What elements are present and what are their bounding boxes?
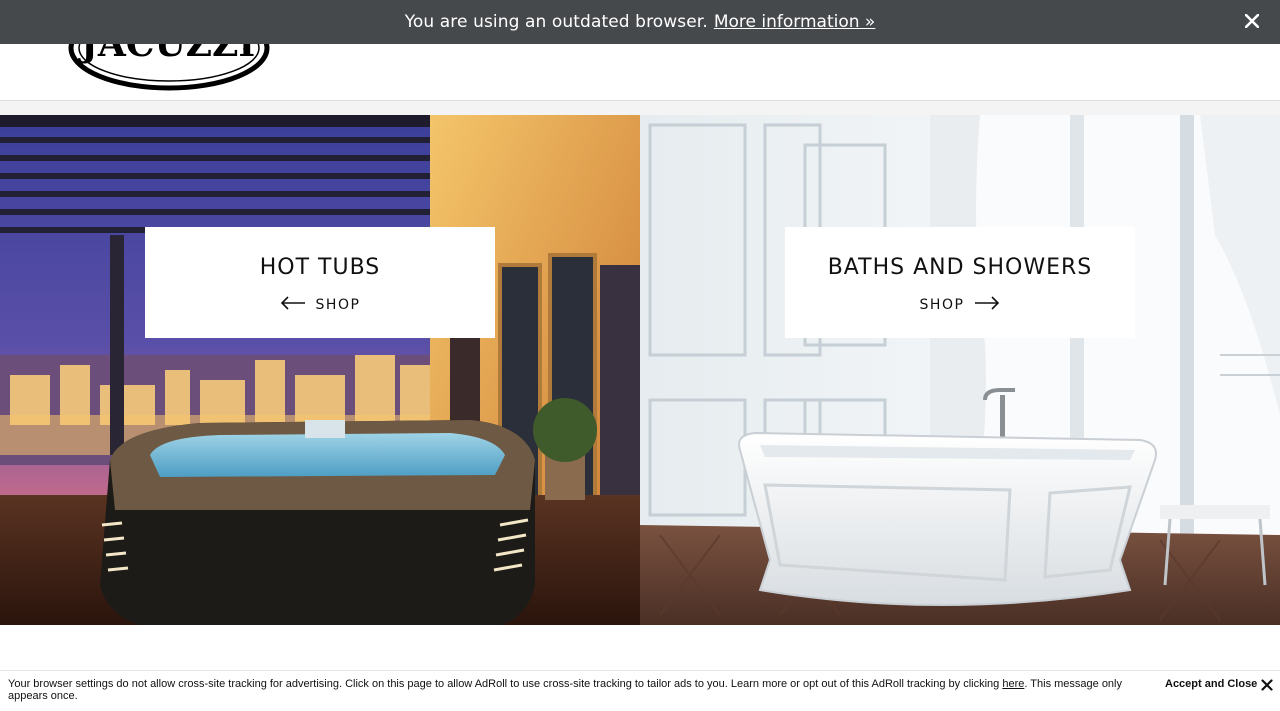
page: You are using an outdated browser. More … [0,0,1280,711]
baths-and-showers-shop-link[interactable]: SHOP [919,295,1001,315]
hot-tubs-title: HOT TUBS [259,254,381,280]
hot-tubs-shop-label: SHOP [315,297,361,313]
baths-and-showers-cta[interactable]: BATHS AND SHOWERS SHOP [785,227,1135,338]
consent-here-link[interactable]: here [1002,678,1024,690]
hot-tubs-shop-link[interactable]: SHOP [280,295,361,315]
baths-and-showers-shop-label: SHOP [919,297,965,313]
accept-and-close-button[interactable]: Accept and Close [1165,678,1257,690]
arrow-left-icon [280,295,306,315]
adroll-consent-bar: Your browser settings do not allow cross… [0,670,1280,711]
svg-text:®: ® [242,45,251,55]
arrow-right-icon [974,295,1000,315]
site-header: JACUZZI ® [0,5,1280,101]
header-spacer [0,101,1280,115]
close-icon[interactable] [1240,9,1264,33]
hot-tubs-panel[interactable]: HOT TUBS SHOP [0,115,640,625]
bath-image [640,115,1280,625]
hot-tubs-cta[interactable]: HOT TUBS SHOP [145,227,495,338]
consent-message: Your browser settings do not allow cross… [8,678,1122,702]
more-information-link[interactable]: More information » [714,12,875,32]
hot-tub-image [0,115,640,625]
close-icon[interactable] [1261,678,1273,691]
outdated-browser-bar: You are using an outdated browser. More … [0,0,1280,44]
outdated-browser-message: You are using an outdated browser. [404,12,708,32]
baths-and-showers-title: BATHS AND SHOWERS [827,254,1093,280]
baths-and-showers-panel[interactable]: BATHS AND SHOWERS SHOP [640,115,1280,625]
